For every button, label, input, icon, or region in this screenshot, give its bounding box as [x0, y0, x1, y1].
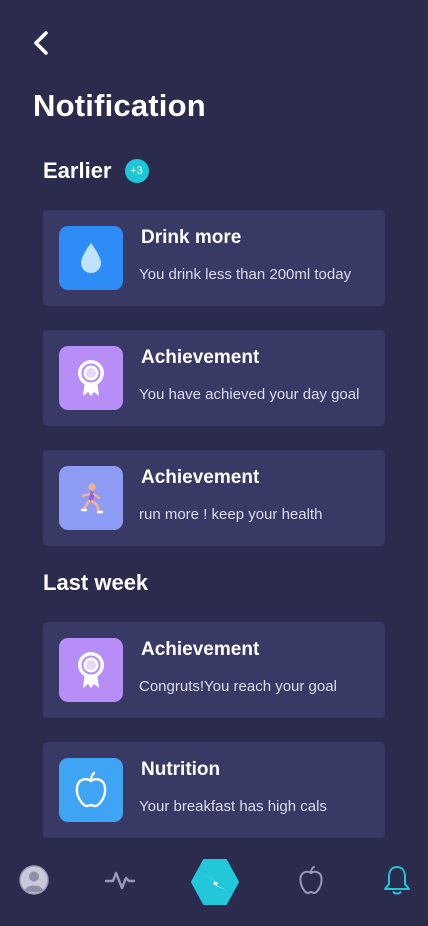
- award-ribbon-icon: [78, 360, 104, 396]
- chevron-left-icon: [34, 31, 48, 55]
- lightning-hexagon-icon: [191, 859, 239, 905]
- tab-home[interactable]: [190, 858, 240, 906]
- user-avatar-icon: [19, 865, 49, 895]
- tab-activity[interactable]: [102, 862, 138, 898]
- notification-message: run more ! keep your health: [139, 506, 323, 523]
- notification-message: Your breakfast has high cals: [139, 798, 327, 815]
- notification-title: Achievement: [141, 467, 260, 488]
- tab-profile[interactable]: [16, 862, 52, 898]
- icon-tile: [59, 466, 123, 530]
- notification-title: Drink more: [141, 227, 242, 248]
- icon-tile: [59, 758, 123, 822]
- notification-card-achievement[interactable]: Achievement run more ! keep your health: [43, 450, 385, 546]
- apple-outline-icon: [299, 866, 323, 894]
- icon-tile: [59, 346, 123, 410]
- notification-card-drink-more[interactable]: Drink more You drink less than 200ml tod…: [43, 210, 385, 306]
- section-header-earlier: Earlier +3: [43, 158, 149, 184]
- count-badge: +3: [124, 159, 149, 183]
- notification-screen: Notification Earlier +3 Drink more You d…: [0, 0, 428, 926]
- bottom-tab-bar: [0, 842, 428, 926]
- back-button[interactable]: [28, 30, 54, 56]
- notification-card-achievement[interactable]: Achievement You have achieved your day g…: [43, 330, 385, 426]
- award-ribbon-icon: [78, 652, 104, 688]
- bell-icon: [384, 866, 410, 895]
- section-header-last-week: Last week: [43, 570, 148, 596]
- icon-tile: [59, 226, 123, 290]
- icon-tile: [59, 638, 123, 702]
- water-drop-icon: [81, 243, 101, 273]
- section-label: Last week: [43, 570, 149, 595]
- pulse-icon: [104, 871, 136, 890]
- notification-title: Achievement: [141, 639, 260, 660]
- notification-card-achievement[interactable]: Achievement Congruts!You reach your goal: [43, 622, 385, 718]
- apple-icon: [75, 771, 107, 808]
- section-label: Earlier: [43, 158, 112, 183]
- runner-icon: [80, 483, 104, 514]
- notification-message: You drink less than 200ml today: [139, 266, 352, 283]
- notification-message: Congruts!You reach your goal: [139, 678, 337, 695]
- notification-card-nutrition[interactable]: Nutrition Your breakfast has high cals: [43, 742, 385, 838]
- notification-title: Nutrition: [141, 759, 221, 780]
- tab-nutrition[interactable]: [293, 862, 329, 898]
- page-title: Notification: [33, 88, 206, 123]
- tab-notifications[interactable]: [379, 862, 415, 898]
- notification-message: You have achieved your day goal: [139, 386, 360, 403]
- notification-title: Achievement: [141, 347, 260, 368]
